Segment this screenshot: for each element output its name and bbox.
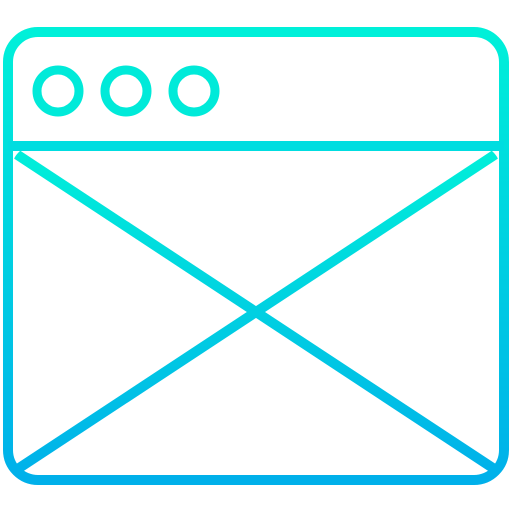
window-control-dot-1 — [32, 65, 84, 117]
browser-window-svg — [3, 27, 509, 485]
window-control-dot-2 — [100, 65, 152, 117]
content-placeholder-x — [12, 146, 500, 474]
window-frame — [3, 27, 509, 485]
window-control-dot-3 — [168, 65, 220, 117]
browser-window-placeholder-icon — [0, 0, 512, 512]
